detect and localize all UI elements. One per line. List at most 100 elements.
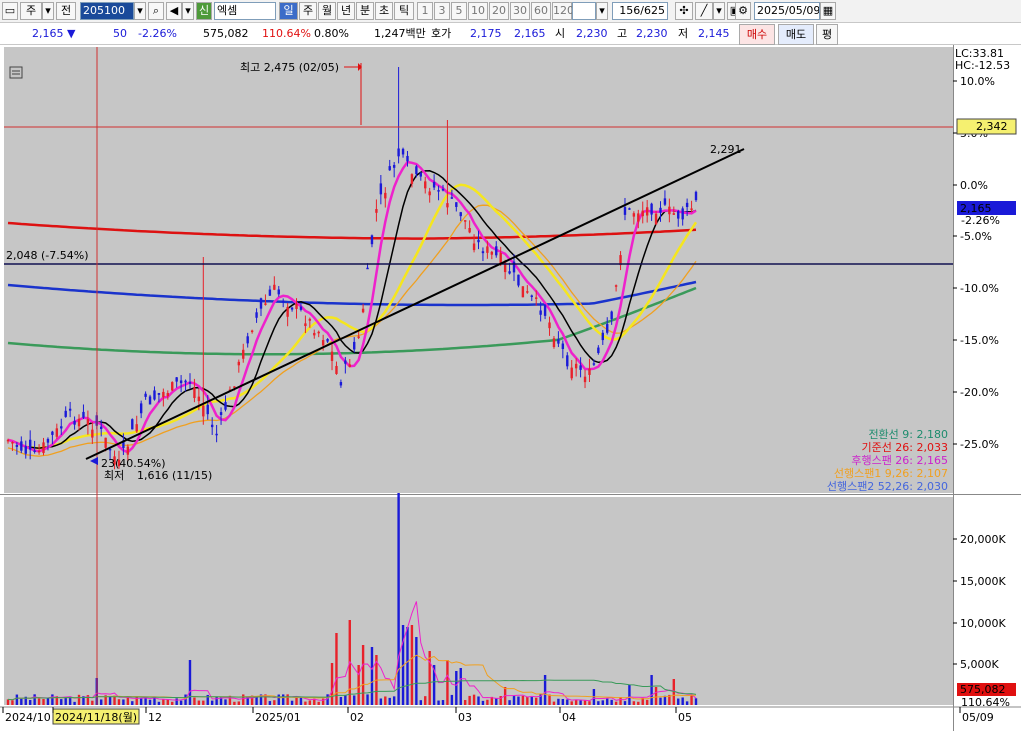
volume-bar	[415, 637, 418, 705]
period-year[interactable]: 년	[337, 2, 355, 20]
candle-body	[663, 198, 667, 205]
volume-bar	[379, 698, 383, 705]
code-chevron-down-icon[interactable]: ▾	[134, 2, 146, 20]
candle-body	[6, 439, 10, 442]
candle-body	[55, 428, 59, 437]
volume-tick-label: 15,000K	[960, 575, 1006, 588]
volume-bar	[521, 695, 525, 705]
candle-body	[255, 312, 258, 318]
candle-body	[250, 330, 254, 333]
trend-end-label: 2,291	[710, 143, 742, 156]
volume-bar	[495, 698, 498, 705]
volume-bar	[308, 700, 312, 705]
volume-bar	[184, 694, 187, 705]
mode-dropdown[interactable]: 주	[20, 2, 42, 20]
interval-30[interactable]: 30	[510, 2, 530, 20]
tool-chevron-down-icon[interactable]: ▾	[713, 2, 725, 20]
price-volume-chart[interactable]: 2,048 (-7.54%)2,291최고 2,475 (02/05)23(40…	[0, 45, 1021, 731]
volume-bar	[543, 675, 547, 705]
candle-body	[486, 246, 489, 253]
candle-body	[468, 228, 471, 233]
volume-bar	[583, 700, 587, 705]
interval-10[interactable]: 10	[468, 2, 488, 20]
volume-bar	[459, 668, 462, 705]
data-count-field[interactable]: 156/625	[612, 2, 668, 20]
candle-body	[672, 213, 676, 215]
period-tick[interactable]: 틱	[394, 2, 414, 20]
search-icon[interactable]: ⌕	[148, 2, 164, 20]
gear-icon[interactable]: ⚙	[735, 2, 751, 20]
candle-body	[654, 213, 658, 225]
custom-interval-input[interactable]	[572, 2, 596, 20]
calendar-icon[interactable]: ▦	[820, 2, 836, 20]
volume-bar	[304, 701, 307, 705]
stock-name-field[interactable]: 엑셈	[214, 2, 276, 20]
candle-body	[77, 418, 81, 427]
volume-bar	[481, 700, 485, 705]
candle-body	[490, 251, 494, 255]
interval-20[interactable]: 20	[489, 2, 509, 20]
candle-body	[197, 396, 201, 402]
candle-body	[637, 213, 640, 222]
candle-body	[299, 306, 303, 310]
candle-body	[91, 429, 94, 438]
evaluate-button[interactable]: 평	[816, 24, 838, 45]
candle-body	[588, 368, 591, 375]
period-week[interactable]: 주	[299, 2, 317, 20]
candle-body	[246, 336, 249, 344]
speaker-icon[interactable]: ◀	[166, 2, 182, 20]
candle-body	[677, 211, 680, 219]
stock-code-input[interactable]: 205100	[80, 2, 134, 20]
interval-chevron-down-icon[interactable]: ▾	[596, 2, 608, 20]
period-minute[interactable]: 분	[356, 2, 374, 20]
volume-bar	[46, 698, 50, 705]
price-pane	[4, 47, 953, 493]
volume-bar	[60, 699, 63, 705]
interval-120[interactable]: 120	[552, 2, 574, 20]
volume-bar	[157, 701, 161, 705]
mode-chevron-down-icon[interactable]: ▾	[42, 2, 54, 20]
quote-bar: 2,165 ▼ 50 -2.26% 575,082 110.64% 0.80% …	[0, 23, 1021, 45]
buy-button[interactable]: 매수	[739, 24, 775, 45]
candle-body	[685, 202, 689, 208]
layout-icon[interactable]: ▭	[2, 2, 18, 20]
candle-body	[308, 318, 312, 321]
candle-body	[68, 408, 72, 411]
volume-bar	[601, 700, 604, 705]
candle-body	[361, 308, 365, 313]
ask-price: 2,175	[470, 27, 502, 40]
volume-bar	[441, 700, 445, 705]
interval-5[interactable]: 5	[451, 2, 467, 20]
candle-body	[139, 403, 143, 414]
interval-1[interactable]: 1	[417, 2, 433, 20]
volume-bar	[619, 697, 622, 705]
x-tick-label: 02	[350, 711, 364, 724]
volume-bar	[579, 700, 582, 705]
x-tick-label: 05/09	[962, 711, 994, 724]
prev-button[interactable]: 전	[56, 2, 76, 20]
toolbar: ▭ 주 ▾ 전 205100 ▾ ⌕ ◀ ▾ 신 엑셈 일 주 월 년 분 초 …	[0, 0, 1021, 23]
candle-body	[437, 190, 440, 192]
sell-button[interactable]: 매도	[778, 24, 814, 45]
date-field[interactable]: 2025/05/09	[754, 2, 820, 20]
speaker-chevron-down-icon[interactable]: ▾	[182, 2, 194, 20]
volume-bar	[64, 696, 67, 705]
candle-body	[441, 189, 445, 191]
candle-body	[610, 311, 613, 319]
volume-bar	[242, 694, 245, 705]
period-day[interactable]: 일	[279, 2, 298, 20]
trendline-tool-icon[interactable]: ╱	[695, 2, 713, 20]
crosshair-icon[interactable]: ✣	[675, 2, 693, 20]
candle-body	[166, 393, 169, 397]
interval-60[interactable]: 60	[531, 2, 551, 20]
price-change-pct: -2.26%	[138, 27, 177, 40]
volume-bar	[20, 698, 23, 705]
interval-3[interactable]: 3	[434, 2, 450, 20]
period-second[interactable]: 초	[375, 2, 393, 20]
down-arrow-icon: ▼	[67, 27, 76, 40]
candle-body	[446, 203, 449, 208]
period-month[interactable]: 월	[318, 2, 336, 20]
candle-body	[650, 203, 653, 215]
candle-body	[321, 340, 325, 346]
volume-bar	[197, 700, 201, 705]
